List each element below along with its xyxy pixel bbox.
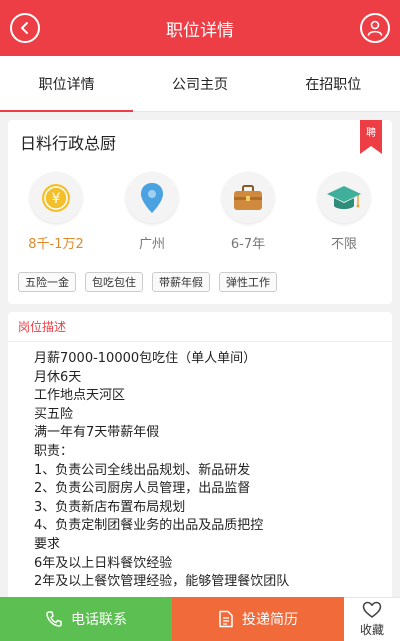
job-title: 日料行政总厨 [20, 134, 117, 153]
description-heading: 岗位描述 [8, 312, 392, 342]
call-button-label: 电话联系 [71, 612, 127, 628]
description-line: 月休6天 [34, 369, 82, 385]
back-button[interactable] [10, 13, 40, 43]
document-icon [219, 610, 233, 628]
benefit-tag: 弹性工作 [219, 272, 277, 292]
salary-text: 8千-1万2 [28, 237, 84, 252]
bottom-action-bar: 电话联系 投递简历 收藏 [0, 597, 400, 641]
benefit-tag: 带薪年假 [152, 272, 210, 292]
stat-salary: ¥ 8千-1万2 [16, 172, 96, 252]
tab-open-positions[interactable]: 在招职位 [267, 56, 400, 111]
tab-job-detail[interactable]: 职位详情 [0, 56, 134, 112]
apply-button[interactable]: 投递简历 [172, 597, 344, 641]
phone-icon [46, 611, 62, 627]
location-pin-icon [126, 172, 178, 223]
favorite-button[interactable]: 收藏 [344, 597, 400, 641]
coin-icon: ¥ [30, 172, 82, 223]
app-header: 职位详情 [0, 0, 400, 56]
description-line: 工作地点天河区 [34, 388, 126, 404]
description-line: 买五险 [34, 406, 74, 422]
benefit-tag: 包吃包住 [85, 272, 143, 292]
stat-city: 广州 [112, 172, 192, 252]
svg-text:¥: ¥ [52, 191, 61, 207]
description-body: 月薪7000-10000包吃住（单人单间） 月休6天 工作地点天河区 买五险 满… [8, 342, 392, 592]
description-line: 6年及以上日料餐饮经验 [34, 555, 173, 571]
description-line: 职责： [34, 443, 74, 459]
description-line: 3、负责新店布置布局规划 [34, 499, 186, 515]
stat-education: 不限 [304, 172, 384, 252]
call-button[interactable]: 电话联系 [0, 597, 172, 641]
hiring-badge: 聘 [360, 120, 382, 154]
description-line: 月薪7000-10000包吃住（单人单间） [34, 351, 257, 366]
description-line: 1、负责公司全线出品规划、新品研发 [34, 462, 251, 478]
chevron-left-icon [21, 22, 28, 34]
tab-bar: 职位详情 公司主页 在招职位 [0, 56, 400, 112]
education-text: 不限 [330, 237, 357, 252]
description-line: 4、负责定制团餐业务的出品及品质把控 [34, 518, 264, 534]
job-description-card: 岗位描述 月薪7000-10000包吃住（单人单间） 月休6天 工作地点天河区 … [8, 312, 392, 602]
description-line: 2年及以上餐饮管理经验，能够管理餐饮团队 [34, 574, 290, 590]
description-line: 要求 [34, 536, 61, 552]
description-line: 2、负责公司厨房人员管理，出品监督 [34, 481, 251, 497]
user-icon [367, 20, 383, 36]
favorite-button-label: 收藏 [359, 623, 384, 637]
user-button[interactable] [360, 13, 390, 43]
description-line: 满一年有7天带薪年假 [34, 425, 160, 441]
tab-company-home[interactable]: 公司主页 [133, 56, 266, 111]
city-text: 广州 [138, 237, 165, 252]
benefit-tag: 五险一金 [18, 272, 76, 292]
job-stats: ¥ 8千-1万2 广州 6-7年 不限 [8, 172, 392, 252]
experience-text: 6-7年 [230, 237, 266, 252]
graduation-cap-icon [318, 172, 370, 223]
job-summary-card: 日料行政总厨 聘 ¥ 8千-1万2 广州 6-7年 不限 五险一金 包吃包住 带… [8, 120, 392, 304]
benefit-tags: 五险一金 包吃包住 带薪年假 弹性工作 [18, 272, 277, 292]
stat-experience: 6-7年 [208, 172, 288, 252]
heart-icon [362, 601, 382, 618]
briefcase-icon [222, 172, 274, 223]
page-title: 职位详情 [166, 20, 234, 41]
apply-button-label: 投递简历 [242, 612, 298, 628]
